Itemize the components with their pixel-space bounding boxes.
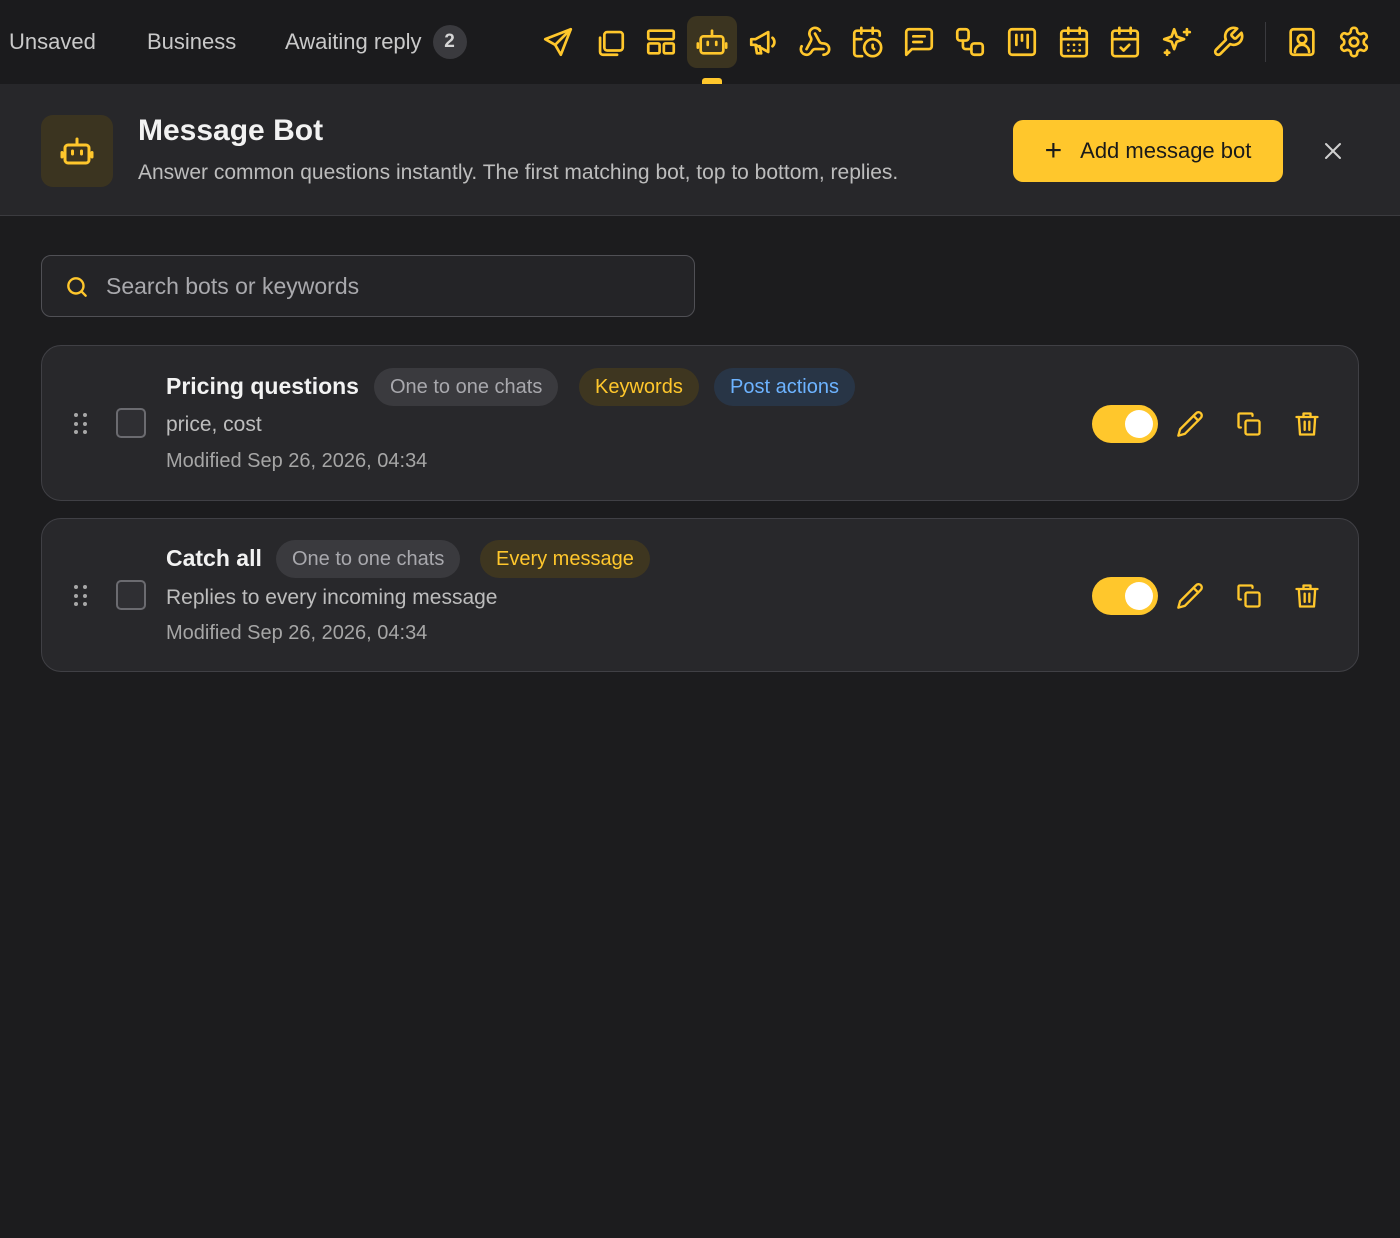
layout-icon[interactable] (636, 16, 686, 68)
drag-handle-icon[interactable] (74, 413, 88, 435)
add-message-bot-button[interactable]: + Add message bot (1013, 120, 1283, 182)
calendar-grid-icon[interactable] (1049, 16, 1099, 68)
workflow-icon[interactable] (945, 16, 995, 68)
send-icon[interactable] (533, 16, 583, 68)
chip-scope: One to one chats (276, 540, 461, 578)
bot-description: price, cost (166, 413, 262, 436)
page-subtitle: Answer common questions instantly. The f… (138, 161, 899, 184)
bot-icon[interactable] (687, 16, 737, 68)
bot-select-checkbox[interactable] (116, 580, 146, 610)
bot-enabled-toggle[interactable] (1092, 405, 1158, 443)
page-header: Message Bot Answer common questions inst… (0, 84, 1400, 216)
awaiting-reply-count-badge: 2 (432, 25, 467, 59)
bot-enabled-toggle[interactable] (1092, 577, 1158, 615)
chip-trigger: Keywords (579, 368, 699, 406)
edit-pencil-icon[interactable] (1173, 407, 1207, 441)
duplicate-icon[interactable] (1232, 579, 1266, 613)
search-box (41, 255, 695, 317)
close-icon[interactable] (1318, 136, 1348, 166)
delete-trash-icon[interactable] (1290, 407, 1324, 441)
toolbar-divider (1265, 22, 1266, 62)
toggle-knob (1125, 410, 1153, 438)
tab-business[interactable]: Business (147, 0, 236, 84)
bot-modified-time: Modified Sep 26, 2026, 04:34 (166, 450, 428, 472)
tab-unsaved[interactable]: Unsaved (9, 0, 96, 84)
webhook-icon[interactable] (790, 16, 840, 68)
bot-card[interactable]: Pricing questions One to one chats Keywo… (41, 345, 1359, 501)
delete-trash-icon[interactable] (1290, 579, 1324, 613)
chip-trigger: Every message (480, 540, 650, 578)
toggle-knob (1125, 582, 1153, 610)
search-input[interactable] (106, 256, 686, 316)
plus-icon: + (1044, 134, 1063, 167)
bot-name: Pricing questions (166, 373, 359, 399)
add-button-label: Add message bot (1080, 138, 1252, 163)
settings-icon[interactable] (1329, 16, 1379, 68)
page-title: Message Bot (138, 114, 324, 147)
bot-name: Catch all (166, 545, 262, 571)
message-icon[interactable] (894, 16, 944, 68)
megaphone-icon[interactable] (739, 16, 789, 68)
duplicate-icon[interactable] (1232, 407, 1266, 441)
chip-post-actions: Post actions (714, 368, 855, 406)
drag-handle-icon[interactable] (74, 585, 88, 607)
bot-description: Replies to every incoming message (166, 586, 498, 609)
top-navigation-bar: Unsaved Business Awaiting reply 2 (0, 0, 1400, 84)
tab-awaiting-reply[interactable]: Awaiting reply 2 (285, 0, 467, 84)
bot-card[interactable]: Catch all One to one chats Every message… (41, 518, 1359, 672)
calendar-check-icon[interactable] (1100, 16, 1150, 68)
bot-icon (41, 115, 113, 187)
contact-icon[interactable] (1277, 16, 1327, 68)
bot-select-checkbox[interactable] (116, 408, 146, 438)
edit-pencil-icon[interactable] (1173, 579, 1207, 613)
sparkles-icon[interactable] (1152, 16, 1202, 68)
copy-icon[interactable] (585, 16, 635, 68)
calendar-clock-icon[interactable] (842, 16, 892, 68)
tab-label: Unsaved (9, 29, 96, 54)
tab-label: Awaiting reply (285, 29, 422, 54)
wrench-icon[interactable] (1203, 16, 1253, 68)
kanban-icon[interactable] (997, 16, 1047, 68)
chip-scope: One to one chats (374, 368, 559, 406)
tab-label: Business (147, 29, 237, 54)
search-icon (67, 277, 87, 297)
bot-modified-time: Modified Sep 26, 2026, 04:34 (166, 622, 428, 644)
